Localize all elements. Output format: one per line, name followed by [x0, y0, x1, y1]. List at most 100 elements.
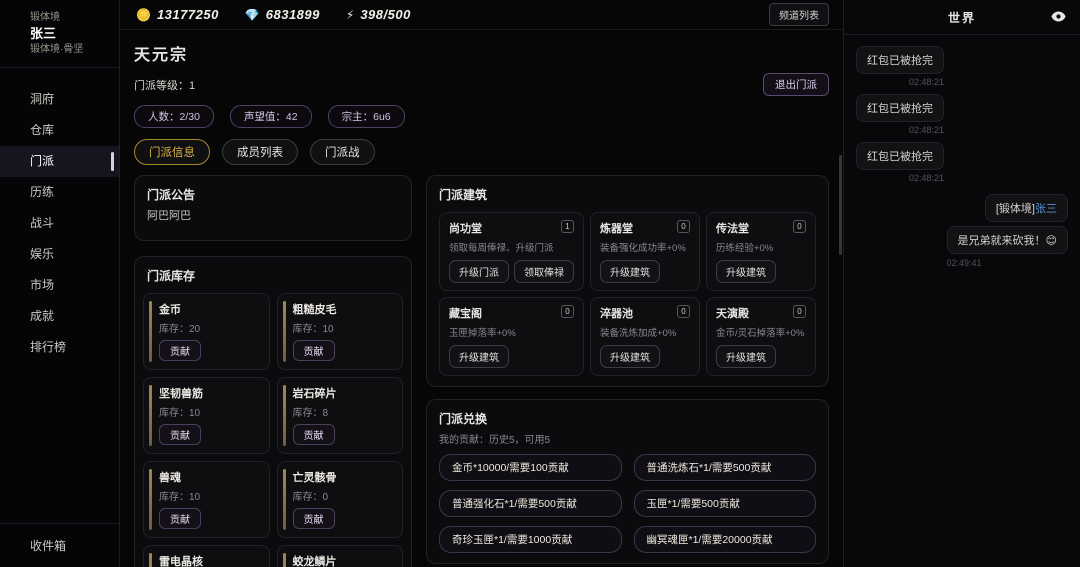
message-time: 02:48:21	[908, 125, 944, 135]
inventory-grid: 金币 库存：20 贡献 粗糙皮毛 库存：10 贡献 坚韧兽筋 库存：10 贡献 岩石碎片 库存…	[143, 293, 403, 567]
upgrade-building-button[interactable]: 升级建筑	[600, 345, 660, 368]
upgrade-building-button[interactable]: 升级建筑	[716, 345, 776, 368]
tab-sect-war[interactable]: 门派战	[310, 139, 375, 165]
energy-icon: ⚡	[345, 7, 355, 22]
sidebar-item-inbox[interactable]: 收件箱	[0, 523, 120, 567]
inbox-label: 收件箱	[30, 539, 67, 553]
coin-icon: 🪙	[136, 7, 151, 22]
building-card: 尚功堂 1 领取每周俸禄、升级门派 升级门派 领取俸禄	[439, 212, 584, 291]
exchange-option-button[interactable]: 普通强化石*1/需要500贡献	[439, 490, 622, 517]
diamond-icon: 💎	[244, 7, 260, 22]
buildings-title: 门派建筑	[439, 188, 488, 202]
item-stock: 库存：10	[159, 408, 201, 419]
scrollbar-thumb[interactable]	[839, 155, 842, 255]
chat-messages: 红包已被抢完 02:48:21 红包已被抢完 02:48:21 红包已被抢完 0…	[844, 35, 1080, 279]
inventory-item: 粗糙皮毛 库存：10 贡献	[276, 293, 403, 370]
inventory-item: 亡灵骸骨 库存：0 贡献	[276, 461, 403, 538]
my-contribution: 我的贡献：历史5，可用5	[439, 435, 551, 446]
sidebar-item-menpai[interactable]: 门派	[0, 146, 119, 177]
tab-sect-info[interactable]: 门派信息	[134, 139, 210, 165]
item-name: 亡灵骸骨	[292, 472, 337, 484]
item-accent-bar	[149, 385, 152, 446]
sidebar-item-lilian[interactable]: 历练	[0, 177, 119, 208]
message-time: 02:49:41	[946, 258, 982, 268]
sidebar-item-label: 门派	[30, 154, 55, 168]
announcement-content: 阿巴阿巴	[147, 210, 191, 222]
exchange-option-button[interactable]: 普通洗炼石*1/需要500贡献	[633, 454, 816, 481]
exchange-option-button[interactable]: 玉匣*1/需要500贡献	[633, 490, 816, 517]
donate-button[interactable]: 贡献	[159, 340, 201, 361]
donate-button[interactable]: 贡献	[292, 340, 335, 361]
diamond-value: 6831899	[265, 7, 320, 22]
building-desc: 金币/灵石掉落率+0%	[716, 328, 805, 339]
message-bubble: 红包已被抢完	[856, 142, 944, 170]
main-content: 天元宗 门派等级：1 退出门派 人数：2/30 声望值：42 宗主：6u6 门派…	[120, 30, 843, 567]
building-name: 炼器堂	[600, 223, 633, 235]
sect-tabs: 门派信息 成员列表 门派战	[134, 139, 829, 165]
channel-list-button[interactable]: 频道列表	[769, 3, 829, 26]
building-level-badge: 0	[793, 220, 806, 233]
sidebar-item-shichang[interactable]: 市场	[0, 270, 119, 301]
left-sidebar: 锻体境 张三 锻体境·骨坚 洞府 仓库 门派 历练 战斗 娱乐 市场 成就 排行…	[0, 0, 120, 567]
building-card: 天演殿 0 金币/灵石掉落率+0% 升级建筑	[706, 297, 816, 376]
upgrade-sect-button[interactable]: 升级门派	[449, 260, 509, 283]
inventory-item: 金币 库存：20 贡献	[143, 293, 270, 370]
sidebar-item-dongfu[interactable]: 洞府	[0, 84, 119, 115]
exchange-option-button[interactable]: 金币*10000/需要100贡献	[439, 454, 622, 481]
sidebar-item-label: 市场	[30, 278, 55, 292]
item-accent-bar	[149, 553, 152, 567]
donate-button[interactable]: 贡献	[159, 508, 201, 529]
chat-header: 世界	[844, 0, 1080, 35]
top-bar: 🪙 13177250 💎 6831899 ⚡ 398/500 频道列表	[120, 0, 843, 30]
exchange-option-button[interactable]: 奇珍玉匣*1/需要1000贡献	[439, 526, 622, 553]
upgrade-building-button[interactable]: 升级建筑	[716, 260, 776, 283]
building-desc: 装备强化成功率+0%	[600, 243, 686, 254]
leave-sect-button[interactable]: 退出门派	[763, 73, 829, 96]
sidebar-item-paihangbang[interactable]: 排行榜	[0, 332, 119, 363]
gold-value: 13177250	[156, 7, 219, 22]
message-bubble: 红包已被抢完	[856, 46, 944, 74]
donate-button[interactable]: 贡献	[292, 508, 335, 529]
player-realm: 锻体境	[30, 12, 60, 23]
diamond-currency: 💎 6831899	[245, 7, 320, 22]
sidebar-item-chengjiu[interactable]: 成就	[0, 301, 119, 332]
item-name: 兽魂	[159, 472, 181, 484]
gold-currency: 🪙 13177250	[136, 7, 219, 22]
exchange-option-button[interactable]: 幽冥魂匣*1/需要20000贡献	[633, 526, 816, 553]
building-level-badge: 0	[793, 305, 806, 318]
item-accent-bar	[282, 385, 286, 446]
sidebar-item-yule[interactable]: 娱乐	[0, 239, 119, 270]
sender-bubble: [锻体境]张三	[984, 194, 1068, 222]
player-realm-stage: 锻体境·骨坚	[30, 44, 84, 55]
donate-button[interactable]: 贡献	[159, 424, 201, 445]
sidebar-item-label: 成就	[30, 309, 55, 323]
eye-icon[interactable]	[1051, 11, 1066, 22]
leader-tag: 宗主：6u6	[327, 105, 405, 128]
upgrade-building-button[interactable]: 升级建筑	[600, 260, 660, 283]
system-message: 红包已被抢完 02:48:21	[856, 46, 944, 87]
message-time: 02:48:21	[908, 173, 944, 183]
tab-member-list[interactable]: 成员列表	[222, 139, 298, 165]
player-info: 锻体境 张三 锻体境·骨坚	[0, 0, 119, 57]
sidebar-nav: 洞府 仓库 门派 历练 战斗 娱乐 市场 成就 排行榜	[0, 84, 119, 363]
item-stock: 库存：10	[292, 324, 334, 335]
inventory-item: 雷电晶核库存：0贡献	[143, 545, 270, 567]
buildings-card: 门派建筑 尚功堂 1 领取每周俸禄、升级门派 升级门派 领取俸禄 炼器堂 0 装备强化…	[426, 175, 829, 387]
building-level-badge: 0	[677, 220, 690, 233]
building-name: 尚功堂	[449, 223, 482, 235]
claim-salary-button[interactable]: 领取俸禄	[514, 260, 574, 283]
buildings-grid: 尚功堂 1 领取每周俸禄、升级门派 升级门派 领取俸禄 炼器堂 0 装备强化成功率+0…	[439, 212, 816, 376]
upgrade-building-button[interactable]: 升级建筑	[449, 345, 509, 368]
sidebar-item-cangku[interactable]: 仓库	[0, 115, 119, 146]
item-stock: 库存：8	[292, 408, 329, 419]
sender-name[interactable]: 张三	[1035, 203, 1057, 215]
inventory-item: 坚韧兽筋 库存：10 贡献	[143, 377, 270, 454]
item-accent-bar	[282, 469, 286, 530]
sidebar-item-zhandou[interactable]: 战斗	[0, 208, 119, 239]
building-card: 淬器池 0 装备洗炼加成+0% 升级建筑	[590, 297, 700, 376]
player-name: 张三	[30, 26, 57, 41]
building-desc: 历练经验+0%	[716, 243, 774, 254]
building-card: 藏宝阁 0 玉匣掉落率+0% 升级建筑	[439, 297, 584, 376]
donate-button[interactable]: 贡献	[292, 424, 335, 445]
system-message: 红包已被抢完 02:48:21	[856, 94, 944, 135]
